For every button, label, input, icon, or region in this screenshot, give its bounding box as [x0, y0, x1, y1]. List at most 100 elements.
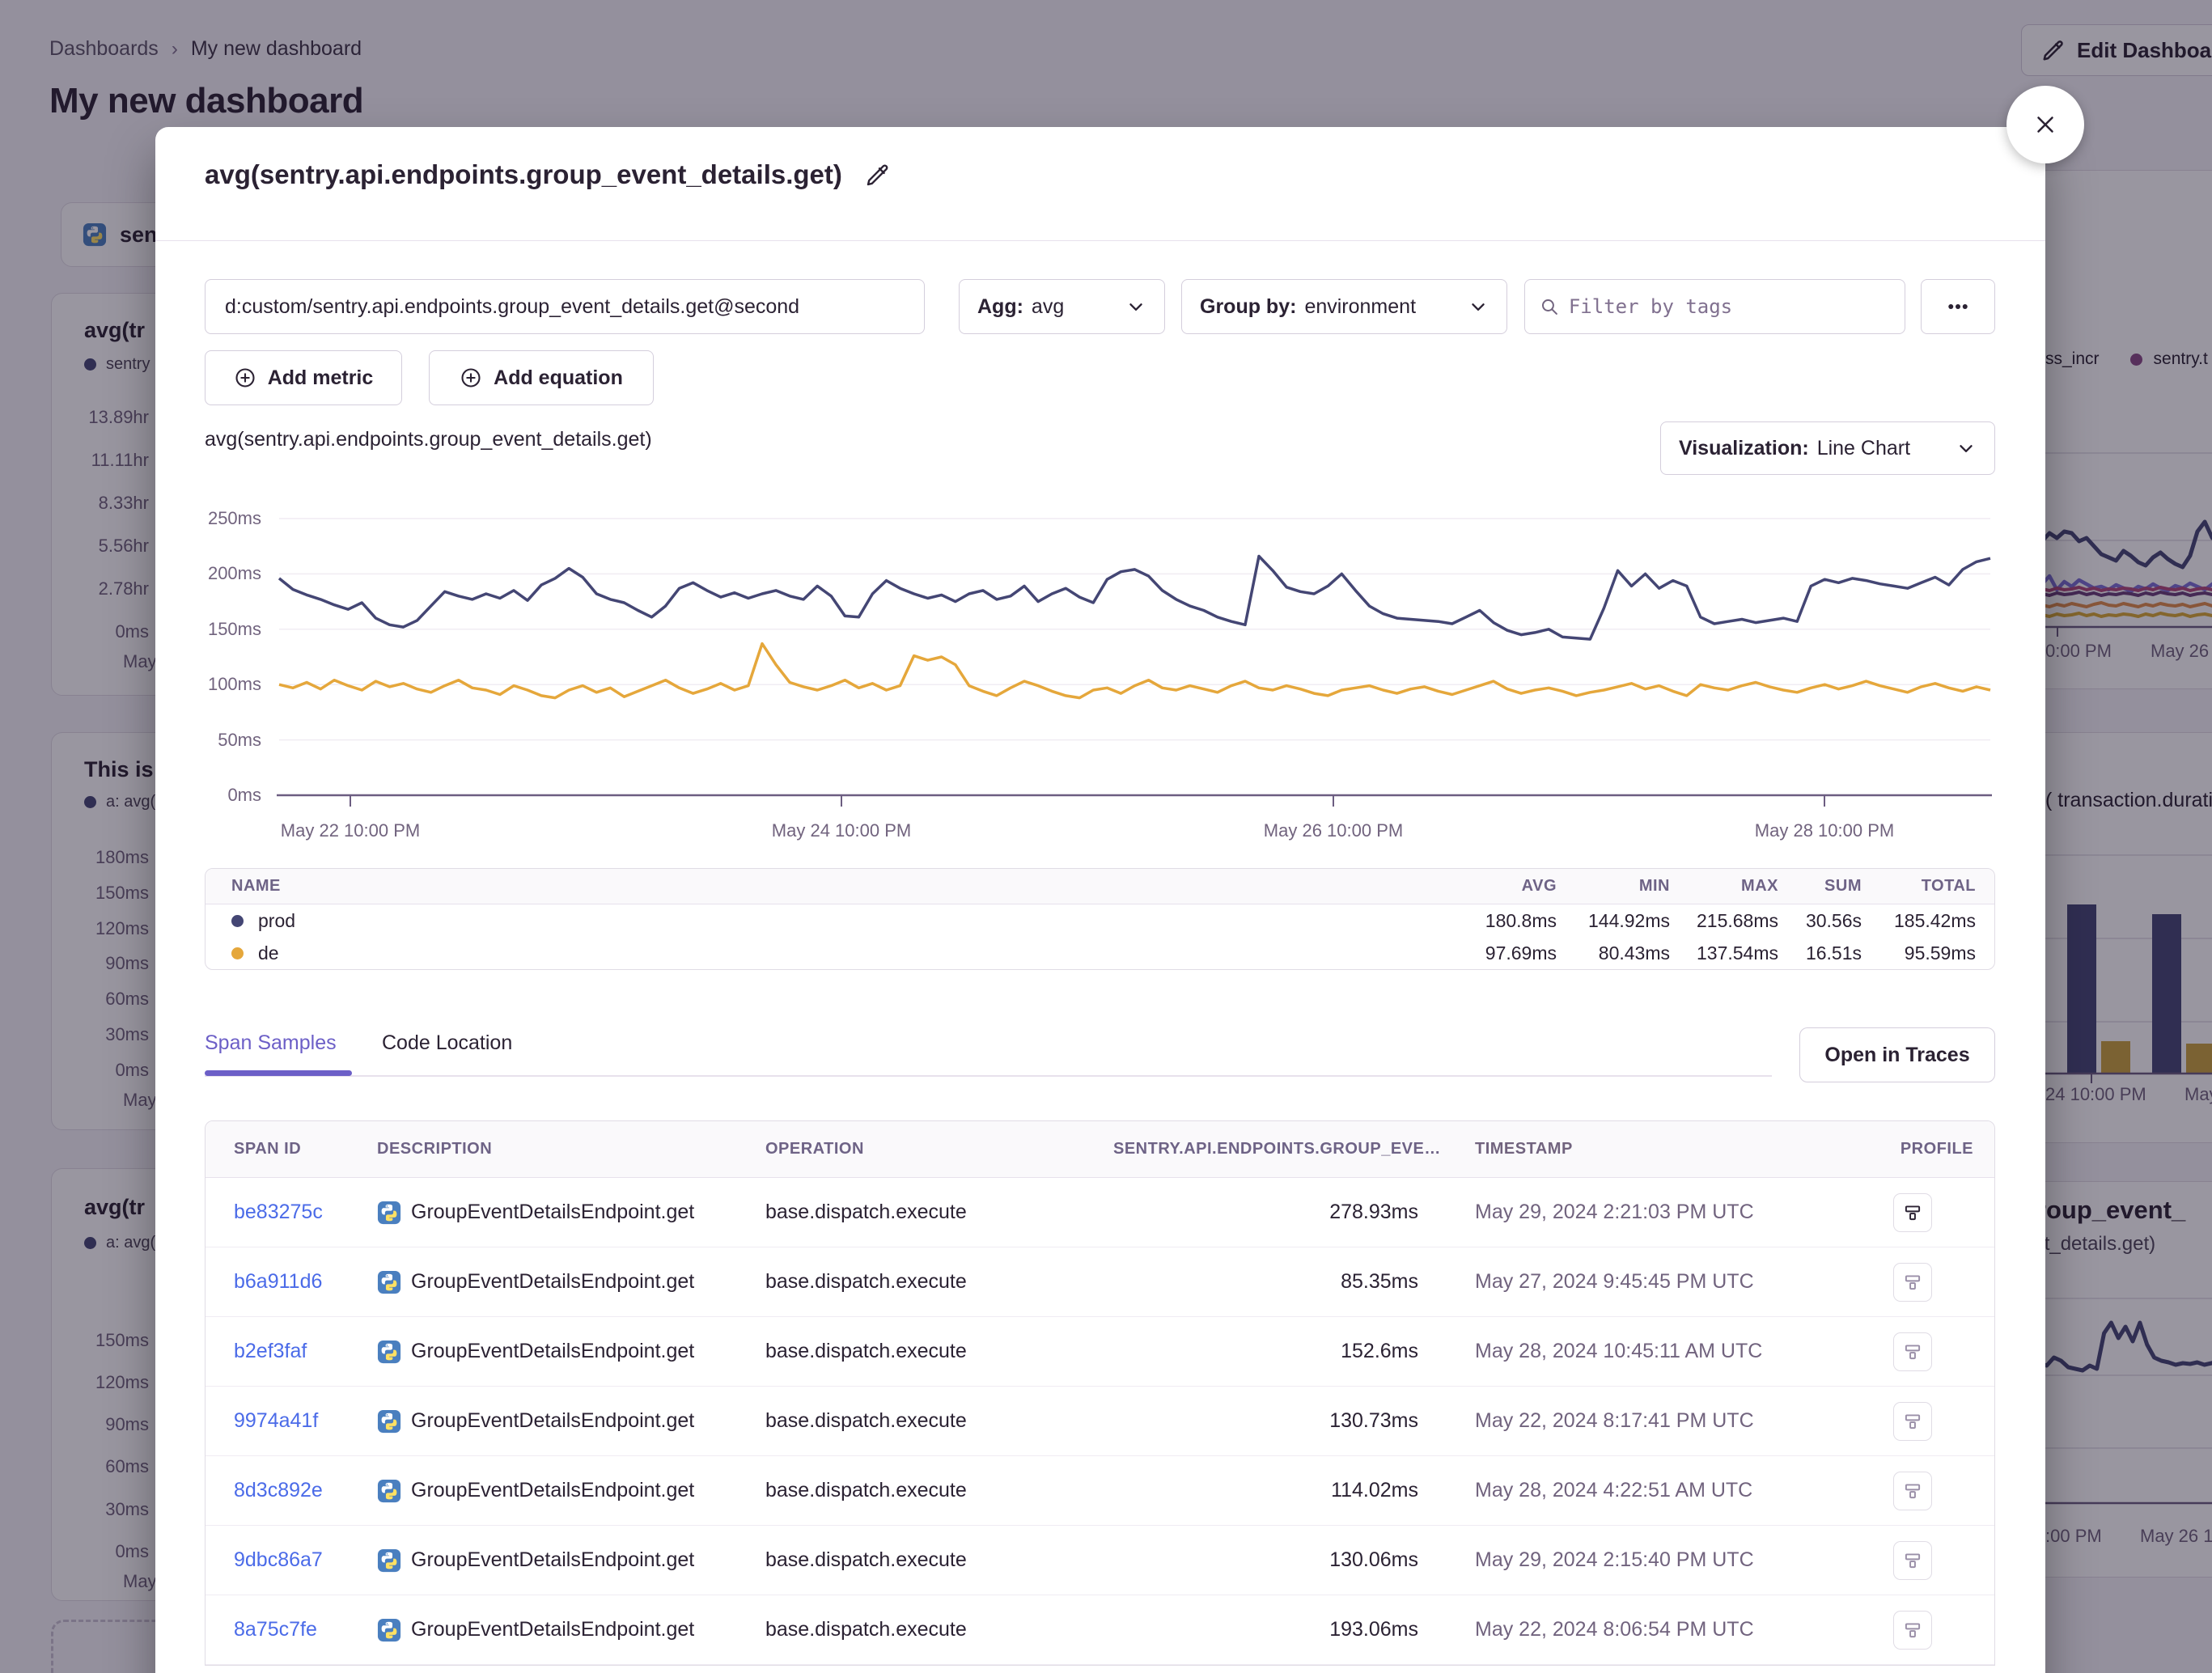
add-metric-button[interactable]: Add metric: [205, 350, 402, 405]
span-row: 9974a41f GroupEventDetailsEndpoint.get b…: [206, 1387, 1994, 1456]
close-icon: [2032, 111, 2059, 138]
span-id-link[interactable]: b6a911d6: [234, 1270, 322, 1293]
python-icon: [377, 1340, 401, 1364]
span-operation: base.dispatch.execute: [765, 1548, 1113, 1572]
summary-row-de[interactable]: de 97.69ms 80.43ms 137.54ms 16.51s 95.59…: [206, 937, 1994, 969]
filter-tags-field[interactable]: [1524, 279, 1905, 334]
profile-button[interactable]: [1893, 1541, 1932, 1580]
series-dot: [231, 915, 244, 927]
tab-code-location[interactable]: Code Location: [382, 1031, 512, 1055]
y-tick: 50ms: [160, 730, 261, 751]
span-id-link[interactable]: b2ef3faf: [234, 1340, 307, 1362]
groupby-dropdown[interactable]: Group by: environment: [1181, 279, 1507, 334]
span-row: be83275c GroupEventDetailsEndpoint.get b…: [206, 1178, 1994, 1247]
col-avg: AVG: [1435, 877, 1557, 896]
profile-button[interactable]: [1893, 1402, 1932, 1441]
chevron-down-icon: [1468, 296, 1489, 317]
span-id-link[interactable]: 9dbc86a7: [234, 1548, 323, 1571]
agg-value: avg: [1032, 295, 1064, 318]
span-row: 9dbc86a7 GroupEventDetailsEndpoint.get b…: [206, 1526, 1994, 1595]
col-profile: PROFILE: [1831, 1140, 1994, 1158]
y-tick: 250ms: [160, 508, 261, 529]
span-value: 193.06ms: [1113, 1618, 1418, 1641]
span-samples-table: SPAN ID DESCRIPTION OPERATION SENTRY.API…: [205, 1120, 1995, 1666]
profile-icon: [1902, 1272, 1923, 1293]
span-value: 278.93ms: [1113, 1201, 1418, 1224]
active-tab-underline: [205, 1070, 352, 1076]
col-span-id: SPAN ID: [206, 1140, 377, 1158]
python-icon: [377, 1548, 401, 1573]
python-icon: [377, 1270, 401, 1294]
span-id-link[interactable]: be83275c: [234, 1201, 323, 1223]
span-id-link[interactable]: 8a75c7fe: [234, 1618, 317, 1641]
span-operation: base.dispatch.execute: [765, 1479, 1113, 1502]
span-id-link[interactable]: 8d3c892e: [234, 1479, 323, 1501]
span-description: GroupEventDetailsEndpoint.get: [411, 1409, 694, 1433]
more-options-icon: [1946, 294, 1970, 319]
series-summary-table: NAME AVG MIN MAX SUM TOTAL prod 180.8ms …: [205, 868, 1995, 970]
span-timestamp: May 29, 2024 2:21:03 PM UTC: [1475, 1201, 1831, 1224]
col-metric-value: SENTRY.API.ENDPOINTS.GROUP_EVE…: [1113, 1140, 1418, 1158]
span-operation: base.dispatch.execute: [765, 1201, 1113, 1224]
span-description: GroupEventDetailsEndpoint.get: [411, 1270, 694, 1294]
profile-button[interactable]: [1893, 1472, 1932, 1510]
python-icon: [377, 1479, 401, 1503]
filter-tags-input[interactable]: [1569, 295, 1890, 318]
span-row: 8a75c7fe GroupEventDetailsEndpoint.get b…: [206, 1595, 1994, 1665]
profile-button[interactable]: [1893, 1193, 1932, 1232]
modal-title-row: avg(sentry.api.endpoints.group_event_det…: [205, 159, 891, 190]
span-operation: base.dispatch.execute: [765, 1340, 1113, 1363]
y-tick: 200ms: [160, 563, 261, 584]
span-id-link[interactable]: 9974a41f: [234, 1409, 318, 1432]
visualization-dropdown[interactable]: Visualization: Line Chart: [1660, 421, 1995, 475]
visualization-value: Line Chart: [1817, 437, 1910, 460]
chart-label: avg(sentry.api.endpoints.group_event_det…: [205, 428, 652, 451]
col-timestamp: TIMESTAMP: [1475, 1140, 1831, 1158]
modal-close-button[interactable]: [2006, 86, 2084, 163]
y-tick: 0ms: [160, 785, 261, 806]
profile-icon: [1902, 1202, 1923, 1223]
span-value: 130.06ms: [1113, 1548, 1418, 1572]
profile-icon: [1902, 1411, 1923, 1432]
samples-header-row: SPAN ID DESCRIPTION OPERATION SENTRY.API…: [206, 1121, 1994, 1178]
span-value: 152.6ms: [1113, 1340, 1418, 1363]
span-description: GroupEventDetailsEndpoint.get: [411, 1340, 694, 1363]
span-value: 85.35ms: [1113, 1270, 1418, 1294]
span-value: 114.02ms: [1113, 1479, 1418, 1502]
col-max: MAX: [1670, 877, 1778, 896]
open-in-traces-button[interactable]: Open in Traces: [1799, 1027, 1995, 1082]
chevron-down-icon: [1956, 438, 1977, 459]
profile-button[interactable]: [1893, 1332, 1932, 1371]
span-row: b2ef3faf GroupEventDetailsEndpoint.get b…: [206, 1317, 1994, 1387]
span-timestamp: May 22, 2024 8:06:54 PM UTC: [1475, 1618, 1831, 1641]
series-name: de: [258, 942, 279, 964]
python-icon: [377, 1409, 401, 1434]
more-options-button[interactable]: [1921, 279, 1995, 334]
span-value: 130.73ms: [1113, 1409, 1418, 1433]
plus-circle-icon: [460, 366, 482, 389]
metric-line-chart[interactable]: [155, 489, 2045, 845]
span-description: GroupEventDetailsEndpoint.get: [411, 1618, 694, 1641]
span-timestamp: May 28, 2024 4:22:51 AM UTC: [1475, 1479, 1831, 1502]
edit-title-pencil-icon[interactable]: [865, 162, 891, 188]
x-tick-label: May 28 10:00 PM: [1755, 820, 1894, 841]
series-name: prod: [258, 910, 295, 932]
agg-dropdown[interactable]: Agg:avg: [959, 279, 1165, 334]
add-equation-button[interactable]: Add equation: [429, 350, 654, 405]
tabs-divider: [205, 1075, 1772, 1077]
y-tick: 100ms: [160, 674, 261, 695]
groupby-value: environment: [1304, 295, 1416, 318]
col-operation: OPERATION: [765, 1140, 1113, 1158]
screen: Dashboards › My new dashboard My new das…: [0, 0, 2212, 1673]
col-name: NAME: [206, 877, 1435, 896]
metric-query-value: d:custom/sentry.api.endpoints.group_even…: [225, 295, 799, 319]
visualization-label: Visualization:: [1679, 437, 1809, 460]
groupby-label: Group by:: [1200, 295, 1296, 318]
profile-button[interactable]: [1893, 1611, 1932, 1650]
span-row: 8d3c892e GroupEventDetailsEndpoint.get b…: [206, 1456, 1994, 1526]
metric-query-input[interactable]: d:custom/sentry.api.endpoints.group_even…: [205, 279, 925, 334]
plus-circle-icon: [234, 366, 256, 389]
summary-row-prod[interactable]: prod 180.8ms 144.92ms 215.68ms 30.56s 18…: [206, 904, 1994, 937]
tab-span-samples[interactable]: Span Samples: [205, 1031, 337, 1055]
profile-button[interactable]: [1893, 1263, 1932, 1302]
